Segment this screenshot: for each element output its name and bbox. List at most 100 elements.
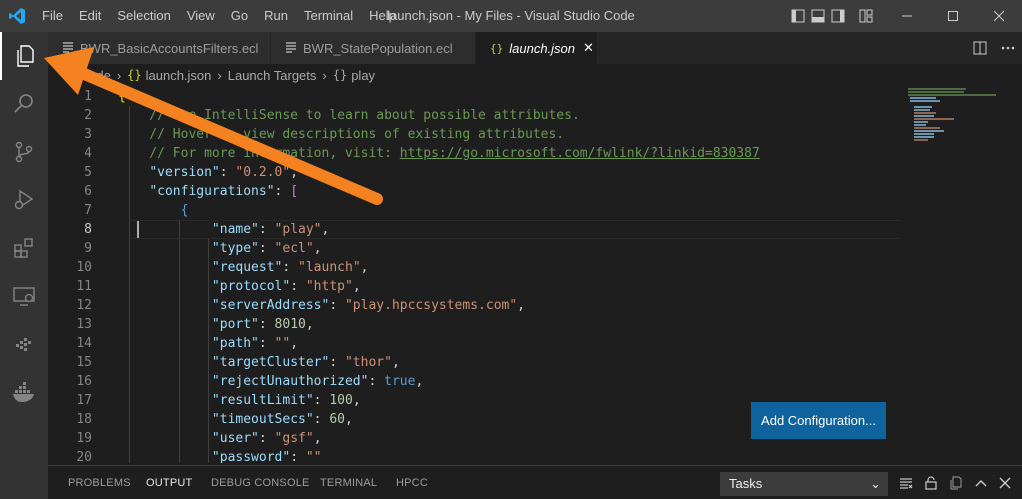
menu-item-go[interactable]: Go	[223, 0, 256, 32]
code-token: ,	[517, 298, 525, 313]
code-token: ""	[305, 450, 322, 463]
lock-icon[interactable]	[920, 472, 942, 494]
tab-hpcc[interactable]: HPCC	[396, 466, 428, 499]
search-icon[interactable]	[0, 80, 48, 128]
code-line[interactable]: 11 "protocol": "http",	[48, 277, 898, 296]
line-number: 18	[76, 412, 92, 427]
close-window-button[interactable]	[976, 0, 1022, 32]
tab-launch-json[interactable]: {} launch.json ✕	[476, 32, 598, 64]
maximize-button[interactable]	[930, 0, 976, 32]
code-token: :	[329, 355, 345, 370]
code-token: ,	[290, 165, 299, 180]
code-token: "ecl"	[274, 241, 314, 256]
menu-item-help[interactable]: Help	[361, 0, 404, 32]
breadcrumb-file[interactable]: launch.json	[146, 68, 212, 83]
code-line[interactable]: 15 "targetCluster": "thor",	[48, 353, 898, 372]
explorer-icon[interactable]	[0, 32, 48, 80]
editor-tab-bar: BWR_BasicAccountsFilters.ecl BWR_StatePo…	[48, 32, 1022, 64]
more-actions-icon[interactable]	[994, 32, 1022, 64]
close-icon[interactable]: ✕	[583, 40, 594, 56]
code-token: "0.2.0"	[235, 165, 291, 180]
line-number: 13	[76, 317, 92, 332]
code-token: "name"	[211, 222, 259, 237]
code-line[interactable]: 4 // For more information, visit: https:…	[48, 144, 898, 163]
tab-terminal[interactable]: TERMINAL	[320, 466, 377, 499]
split-editor-icon[interactable]	[966, 32, 994, 64]
code-line[interactable]: 2 // Use IntelliSense to learn about pos…	[48, 106, 898, 125]
source-control-icon[interactable]	[0, 128, 48, 176]
line-number: 5	[84, 165, 92, 180]
minimize-button[interactable]	[884, 0, 930, 32]
line-number: 19	[76, 431, 92, 446]
code-text: "name": "play",	[118, 220, 329, 239]
code-token: :	[258, 336, 275, 351]
code-line[interactable]: 16 "rejectUnauthorized": true,	[48, 372, 898, 391]
menu-item-terminal[interactable]: Terminal	[296, 0, 361, 32]
code-line[interactable]: 10 "request": "launch",	[48, 258, 898, 277]
code-token: ,	[352, 393, 361, 408]
code-token: true	[384, 374, 416, 389]
line-number: 15	[76, 355, 92, 370]
menu-item-file[interactable]: File	[34, 0, 71, 32]
menu-item-view[interactable]: View	[179, 0, 223, 32]
chevron-up-icon[interactable]	[970, 472, 992, 494]
hpcc-icon[interactable]	[0, 320, 48, 368]
breadcrumb-launch-targets[interactable]: Launch Targets	[228, 68, 317, 83]
breadcrumb: .vscode › {} launch.json › Launch Target…	[48, 64, 1022, 86]
line-number: 11	[76, 279, 92, 294]
code-line[interactable]: 14 "path": "",	[48, 334, 898, 353]
tab-bwr-basic-accounts-filters[interactable]: BWR_BasicAccountsFilters.ecl	[48, 32, 271, 64]
menu-item-selection[interactable]: Selection	[109, 0, 178, 32]
line-number: 4	[84, 146, 92, 161]
add-configuration-button[interactable]: Add Configuration...	[751, 402, 886, 439]
code-line[interactable]: 13 "port": 8010,	[48, 315, 898, 334]
code-line[interactable]: 8 "name": "play",	[48, 220, 898, 239]
breadcrumb-folder[interactable]: .vscode	[66, 68, 111, 83]
code-line[interactable]: 6 "configurations": [	[48, 182, 898, 201]
toggle-secondary-sidebar-icon[interactable]	[828, 0, 848, 32]
docker-icon[interactable]	[0, 368, 48, 416]
code-editor[interactable]: 1{2 // Use IntelliSense to learn about p…	[48, 86, 1022, 463]
code-line[interactable]: 3 // Hover to view descriptions of exist…	[48, 125, 898, 144]
toggle-sidebar-icon[interactable]	[788, 0, 808, 32]
code-text: {	[118, 87, 126, 106]
code-line[interactable]: 12 "serverAddress": "play.hpccsystems.co…	[48, 296, 898, 315]
minimap[interactable]	[906, 86, 1006, 146]
code-token: :	[258, 241, 275, 256]
json-icon: {}	[127, 68, 142, 82]
menu-item-edit[interactable]: Edit	[71, 0, 109, 32]
run-debug-icon[interactable]	[0, 176, 48, 224]
toggle-panel-icon[interactable]	[808, 0, 828, 32]
tab-debug-console[interactable]: DEBUG CONSOLE	[211, 466, 310, 499]
clear-output-icon[interactable]	[895, 472, 917, 494]
code-token: "rejectUnauthorized"	[211, 374, 369, 389]
open-in-editor-icon[interactable]	[945, 472, 967, 494]
line-number: 1	[84, 89, 92, 104]
extensions-icon[interactable]	[0, 224, 48, 272]
customize-layout-icon[interactable]	[856, 0, 876, 32]
vscode-logo-icon	[0, 0, 34, 32]
bottom-panel: PROBLEMS OUTPUT DEBUG CONSOLE TERMINAL H…	[48, 465, 1022, 499]
line-number: 6	[84, 184, 92, 199]
code-line[interactable]: 5 "version": "0.2.0",	[48, 163, 898, 182]
menu-item-run[interactable]: Run	[256, 0, 296, 32]
tab-problems[interactable]: PROBLEMS	[68, 466, 131, 499]
code-token: :	[290, 450, 306, 463]
code-line[interactable]: 7 {	[48, 201, 898, 220]
object-icon: {}	[332, 68, 348, 82]
code-text: "type": "ecl",	[118, 239, 322, 258]
remote-explorer-icon[interactable]	[0, 272, 48, 320]
close-panel-icon[interactable]	[994, 472, 1016, 494]
code-token: ,	[415, 374, 424, 389]
code-line[interactable]: 9 "type": "ecl",	[48, 239, 898, 258]
code-line[interactable]: 20 "password": ""	[48, 448, 898, 463]
code-token: :	[313, 412, 330, 427]
code-token[interactable]: https://go.microsoft.com/fwlink/?linkid=…	[400, 146, 760, 161]
tab-bwr-state-population[interactable]: BWR_StatePopulation.ecl	[271, 32, 476, 64]
code-line[interactable]: 1{	[48, 87, 898, 106]
breadcrumb-play[interactable]: play	[351, 68, 375, 83]
tab-output[interactable]: OUTPUT	[146, 466, 192, 499]
output-channel-select[interactable]: Tasks ⌄	[720, 472, 888, 496]
